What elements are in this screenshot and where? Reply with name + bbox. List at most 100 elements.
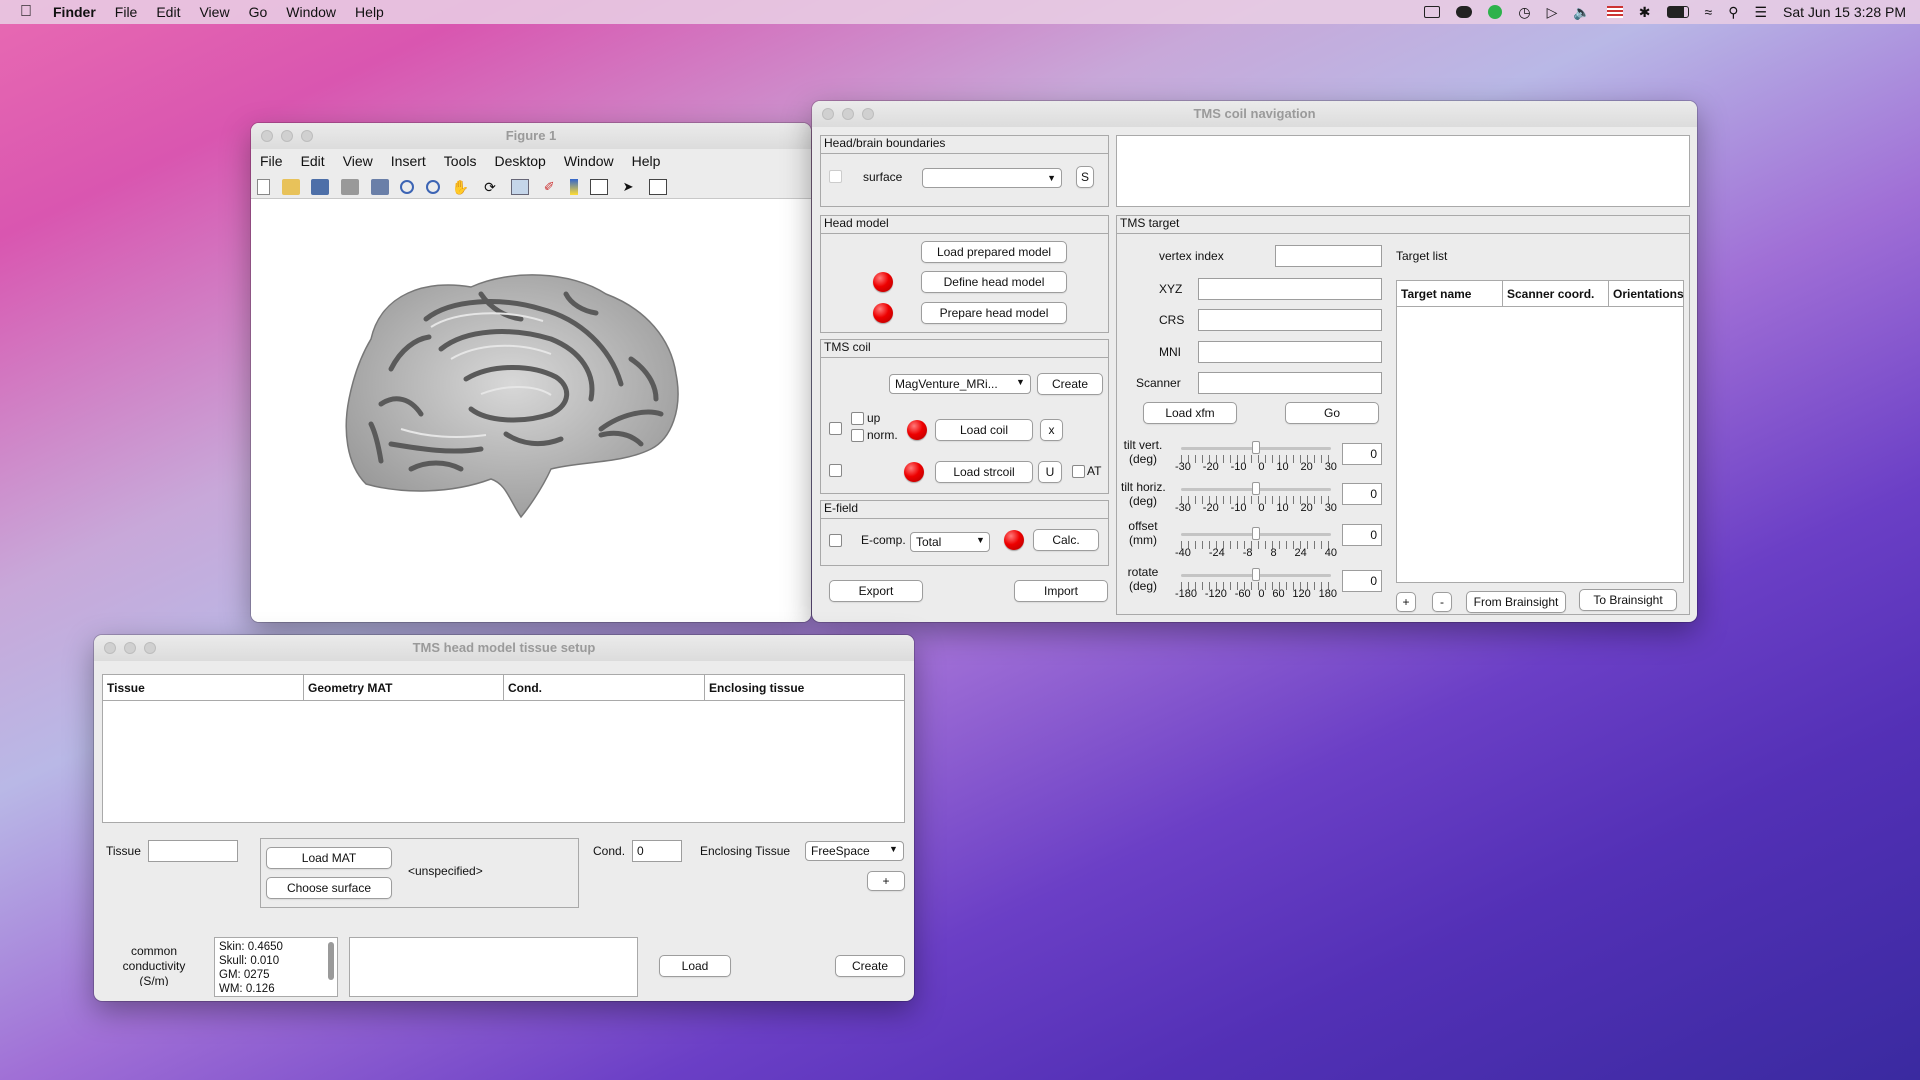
crs-input[interactable] bbox=[1198, 309, 1382, 331]
tilt-horiz-value[interactable]: 0 bbox=[1342, 483, 1382, 505]
brush-icon[interactable]: ✐ bbox=[540, 179, 558, 195]
tilt-vert-thumb[interactable] bbox=[1252, 441, 1260, 454]
pan-icon[interactable]: ✋ bbox=[451, 179, 469, 195]
rotate-slider[interactable]: -180 -120 -60 0 60 120 180 bbox=[1175, 568, 1337, 600]
prepare-head-model-button[interactable]: Prepare head model bbox=[921, 302, 1067, 324]
figure-menu-view[interactable]: View bbox=[343, 153, 373, 169]
data-cursor-icon[interactable] bbox=[510, 178, 529, 195]
tissue-titlebar[interactable]: TMS head model tissue setup bbox=[94, 635, 914, 661]
to-brainsight-button[interactable]: To Brainsight bbox=[1579, 589, 1677, 611]
offset-value[interactable]: 0 bbox=[1342, 524, 1382, 546]
tissue-name-input[interactable] bbox=[148, 840, 238, 862]
s-button[interactable]: S bbox=[1076, 166, 1094, 188]
battery-icon[interactable] bbox=[1666, 6, 1689, 18]
property-editor-icon[interactable] bbox=[648, 178, 667, 195]
figure-menu-file[interactable]: File bbox=[260, 153, 283, 169]
scanner-input[interactable] bbox=[1198, 372, 1382, 394]
remove-target-button[interactable]: - bbox=[1432, 592, 1452, 612]
up-checkbox[interactable] bbox=[851, 412, 864, 425]
conductivity-list[interactable]: Skin: 0.4650 Skull: 0.010 GM: 0275 WM: 0… bbox=[214, 937, 338, 997]
xyz-input[interactable] bbox=[1198, 278, 1382, 300]
list-scrollbar[interactable] bbox=[328, 942, 334, 980]
figure-titlebar[interactable]: Figure 1 bbox=[251, 123, 811, 149]
time-machine-icon[interactable]: ◷ bbox=[1518, 4, 1530, 21]
load-strcoil-button[interactable]: Load strcoil bbox=[935, 461, 1033, 483]
zoom-in-icon[interactable] bbox=[400, 179, 415, 194]
print-preview-icon[interactable] bbox=[370, 178, 389, 195]
from-brainsight-button[interactable]: From Brainsight bbox=[1466, 591, 1566, 613]
list-item[interactable]: Skin: 0.4650 bbox=[219, 940, 333, 954]
col-orientations[interactable]: Orientations bbox=[1609, 281, 1685, 307]
coil-select[interactable]: MagVenture_MRi... bbox=[889, 374, 1031, 394]
export-button[interactable]: Export bbox=[829, 580, 923, 602]
figure-menu-tools[interactable]: Tools bbox=[444, 153, 477, 169]
surface-select[interactable]: ▼ bbox=[922, 168, 1062, 188]
menu-file[interactable]: File bbox=[115, 4, 138, 20]
zoom-icon[interactable] bbox=[301, 130, 313, 142]
menu-edit[interactable]: Edit bbox=[156, 4, 180, 20]
tilt-vert-slider[interactable]: -30 -20 -10 0 10 20 30 bbox=[1175, 441, 1337, 473]
figure-menu-insert[interactable]: Insert bbox=[391, 153, 426, 169]
x-button[interactable]: x bbox=[1040, 419, 1063, 441]
flag-icon[interactable] bbox=[1606, 6, 1623, 18]
vertex-index-input[interactable] bbox=[1275, 245, 1382, 267]
play-icon[interactable]: ▷ bbox=[1547, 4, 1558, 21]
save-icon[interactable] bbox=[311, 178, 330, 195]
close-icon[interactable] bbox=[822, 108, 834, 120]
menu-window[interactable]: Window bbox=[286, 4, 336, 20]
calc-button[interactable]: Calc. bbox=[1033, 529, 1099, 551]
norm-checkbox[interactable] bbox=[851, 429, 864, 442]
col-enclosing-tissue[interactable]: Enclosing tissue bbox=[705, 675, 906, 701]
legend-icon[interactable] bbox=[589, 178, 608, 195]
bluetooth-icon[interactable]: ✱ bbox=[1639, 4, 1651, 21]
go-button[interactable]: Go bbox=[1285, 402, 1379, 424]
coil-visible-checkbox[interactable] bbox=[829, 422, 842, 435]
volume-icon[interactable]: 🔈 bbox=[1573, 4, 1590, 21]
minimize-icon[interactable] bbox=[842, 108, 854, 120]
choose-surface-button[interactable]: Choose surface bbox=[266, 877, 392, 899]
open-icon[interactable] bbox=[281, 178, 300, 195]
col-cond[interactable]: Cond. bbox=[504, 675, 705, 701]
apple-icon[interactable]:  bbox=[20, 3, 32, 21]
list-item[interactable]: GM: 0275 bbox=[219, 968, 333, 982]
control-center-icon[interactable]: ☰ bbox=[1754, 4, 1767, 21]
cloud-icon[interactable] bbox=[1456, 6, 1473, 18]
u-button[interactable]: U bbox=[1038, 461, 1062, 483]
tissue-table[interactable]: Tissue Geometry MAT Cond. Enclosing tiss… bbox=[102, 674, 905, 823]
new-figure-icon[interactable] bbox=[257, 178, 270, 195]
colorbar-icon[interactable] bbox=[569, 178, 578, 195]
print-icon[interactable] bbox=[340, 178, 359, 195]
figure-menu-window[interactable]: Window bbox=[564, 153, 614, 169]
col-tissue[interactable]: Tissue bbox=[103, 675, 304, 701]
col-scanner-coord[interactable]: Scanner coord. bbox=[1503, 281, 1609, 307]
tilt-horiz-slider[interactable]: -30 -20 -10 0 10 20 30 bbox=[1175, 482, 1337, 514]
list-item[interactable]: WM: 0.126 bbox=[219, 982, 333, 996]
col-target-name[interactable]: Target name bbox=[1397, 281, 1503, 307]
wifi-icon[interactable]: ≈ bbox=[1705, 4, 1713, 20]
tilt-vert-value[interactable]: 0 bbox=[1342, 443, 1382, 465]
rotate-3d-icon[interactable]: ⟳ bbox=[481, 179, 499, 195]
clock[interactable]: Sat Jun 15 3:28 PM bbox=[1783, 4, 1906, 20]
load-mat-button[interactable]: Load MAT bbox=[266, 847, 392, 869]
tilt-horiz-thumb[interactable] bbox=[1252, 482, 1260, 495]
create-button[interactable]: Create bbox=[835, 955, 905, 977]
rotate-value[interactable]: 0 bbox=[1342, 570, 1382, 592]
at-checkbox[interactable] bbox=[1072, 465, 1085, 478]
load-coil-button[interactable]: Load coil bbox=[935, 419, 1033, 441]
menu-view[interactable]: View bbox=[199, 4, 229, 20]
figure-menu-help[interactable]: Help bbox=[632, 153, 661, 169]
offset-thumb[interactable] bbox=[1252, 527, 1260, 540]
strcoil-visible-checkbox[interactable] bbox=[829, 464, 842, 477]
zoom-out-icon[interactable] bbox=[425, 179, 440, 194]
search-icon[interactable]: ⚲ bbox=[1728, 4, 1738, 21]
add-tissue-button[interactable]: + bbox=[867, 871, 905, 891]
load-prepared-model-button[interactable]: Load prepared model bbox=[921, 241, 1067, 263]
load-xfm-button[interactable]: Load xfm bbox=[1143, 402, 1237, 424]
menu-help[interactable]: Help bbox=[355, 4, 384, 20]
target-list-table[interactable]: Target name Scanner coord. Orientations bbox=[1396, 280, 1684, 583]
surface-checkbox[interactable] bbox=[829, 170, 842, 183]
nav-titlebar[interactable]: TMS coil navigation bbox=[812, 101, 1697, 127]
add-target-button[interactable]: + bbox=[1396, 592, 1416, 612]
minimize-icon[interactable] bbox=[281, 130, 293, 142]
brain-plot-axes[interactable] bbox=[251, 199, 811, 622]
